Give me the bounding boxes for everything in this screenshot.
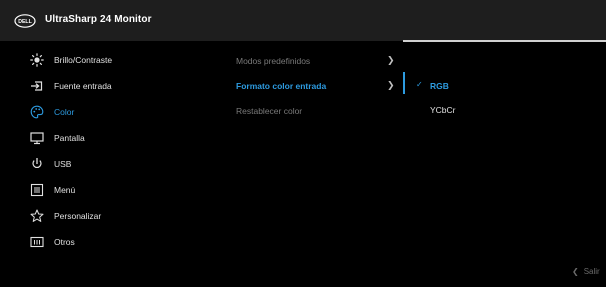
header-divider [403,40,606,42]
option-rgb[interactable]: ✓ RGB [416,77,536,99]
submenu-item-label: Formato color entrada [236,81,327,91]
option-label: YCbCr [430,105,456,115]
logo-text: DELL [18,19,32,25]
submenu-item-label: Restablecer color [236,106,303,116]
selection-indicator [403,72,405,94]
dell-logo: DELL [14,14,36,28]
brightness-icon [30,53,44,67]
menu-item-fuente-entrada[interactable]: Fuente entrada [0,74,220,100]
page-title: UltraSharp 24 Monitor [45,14,152,25]
submenu-item-label: Modos predefinidos [236,56,311,66]
usb-icon [30,157,44,171]
monitor-osd: DELL UltraSharp 24 Monitor Brillo/Contra… [0,0,606,287]
menu-item-color[interactable]: Color [0,100,220,126]
menu-item-label: Brillo/Contraste [54,55,113,65]
menu-item-brillo-contraste[interactable]: Brillo/Contraste [0,48,220,74]
chevron-right-icon: ❯ [387,80,395,90]
menu-item-label: USB [54,159,72,169]
submenu-item-formato-color-entrada[interactable]: Formato color entrada ❯ [236,77,406,99]
menu-item-menu[interactable]: Menú [0,178,220,204]
checkmark-icon: ✓ [416,80,423,89]
display-icon [30,131,44,145]
option-ycbcr[interactable]: YCbCr [416,101,536,123]
menu-item-label: Menú [54,185,76,195]
star-icon [30,209,44,223]
submenu-item-restablecer-color[interactable]: Restablecer color [236,102,406,124]
menu-item-label: Fuente entrada [54,81,112,91]
menu-item-label: Pantalla [54,133,85,143]
osd-header: DELL UltraSharp 24 Monitor [0,0,606,41]
menu-item-otros[interactable]: Otros [0,230,220,256]
menu-item-pantalla[interactable]: Pantalla [0,126,220,152]
option-label: RGB [430,81,449,91]
exit-label: Salir [583,267,600,276]
menu-item-personalizar[interactable]: Personalizar [0,204,220,230]
menu-item-usb[interactable]: USB [0,152,220,178]
color-palette-icon [30,105,44,119]
menu-item-label: Color [54,107,75,117]
menu-item-label: Otros [54,237,75,247]
others-icon [30,235,44,249]
input-source-icon [30,79,44,93]
exit-button[interactable]: ❮ Salir [572,267,600,276]
submenu-item-modos-predefinidos[interactable]: Modos predefinidos ❯ [236,52,406,74]
chevron-left-icon: ❮ [572,267,579,276]
menu-item-label: Personalizar [54,211,102,221]
menu-icon [30,183,44,197]
chevron-right-icon: ❯ [387,55,395,65]
